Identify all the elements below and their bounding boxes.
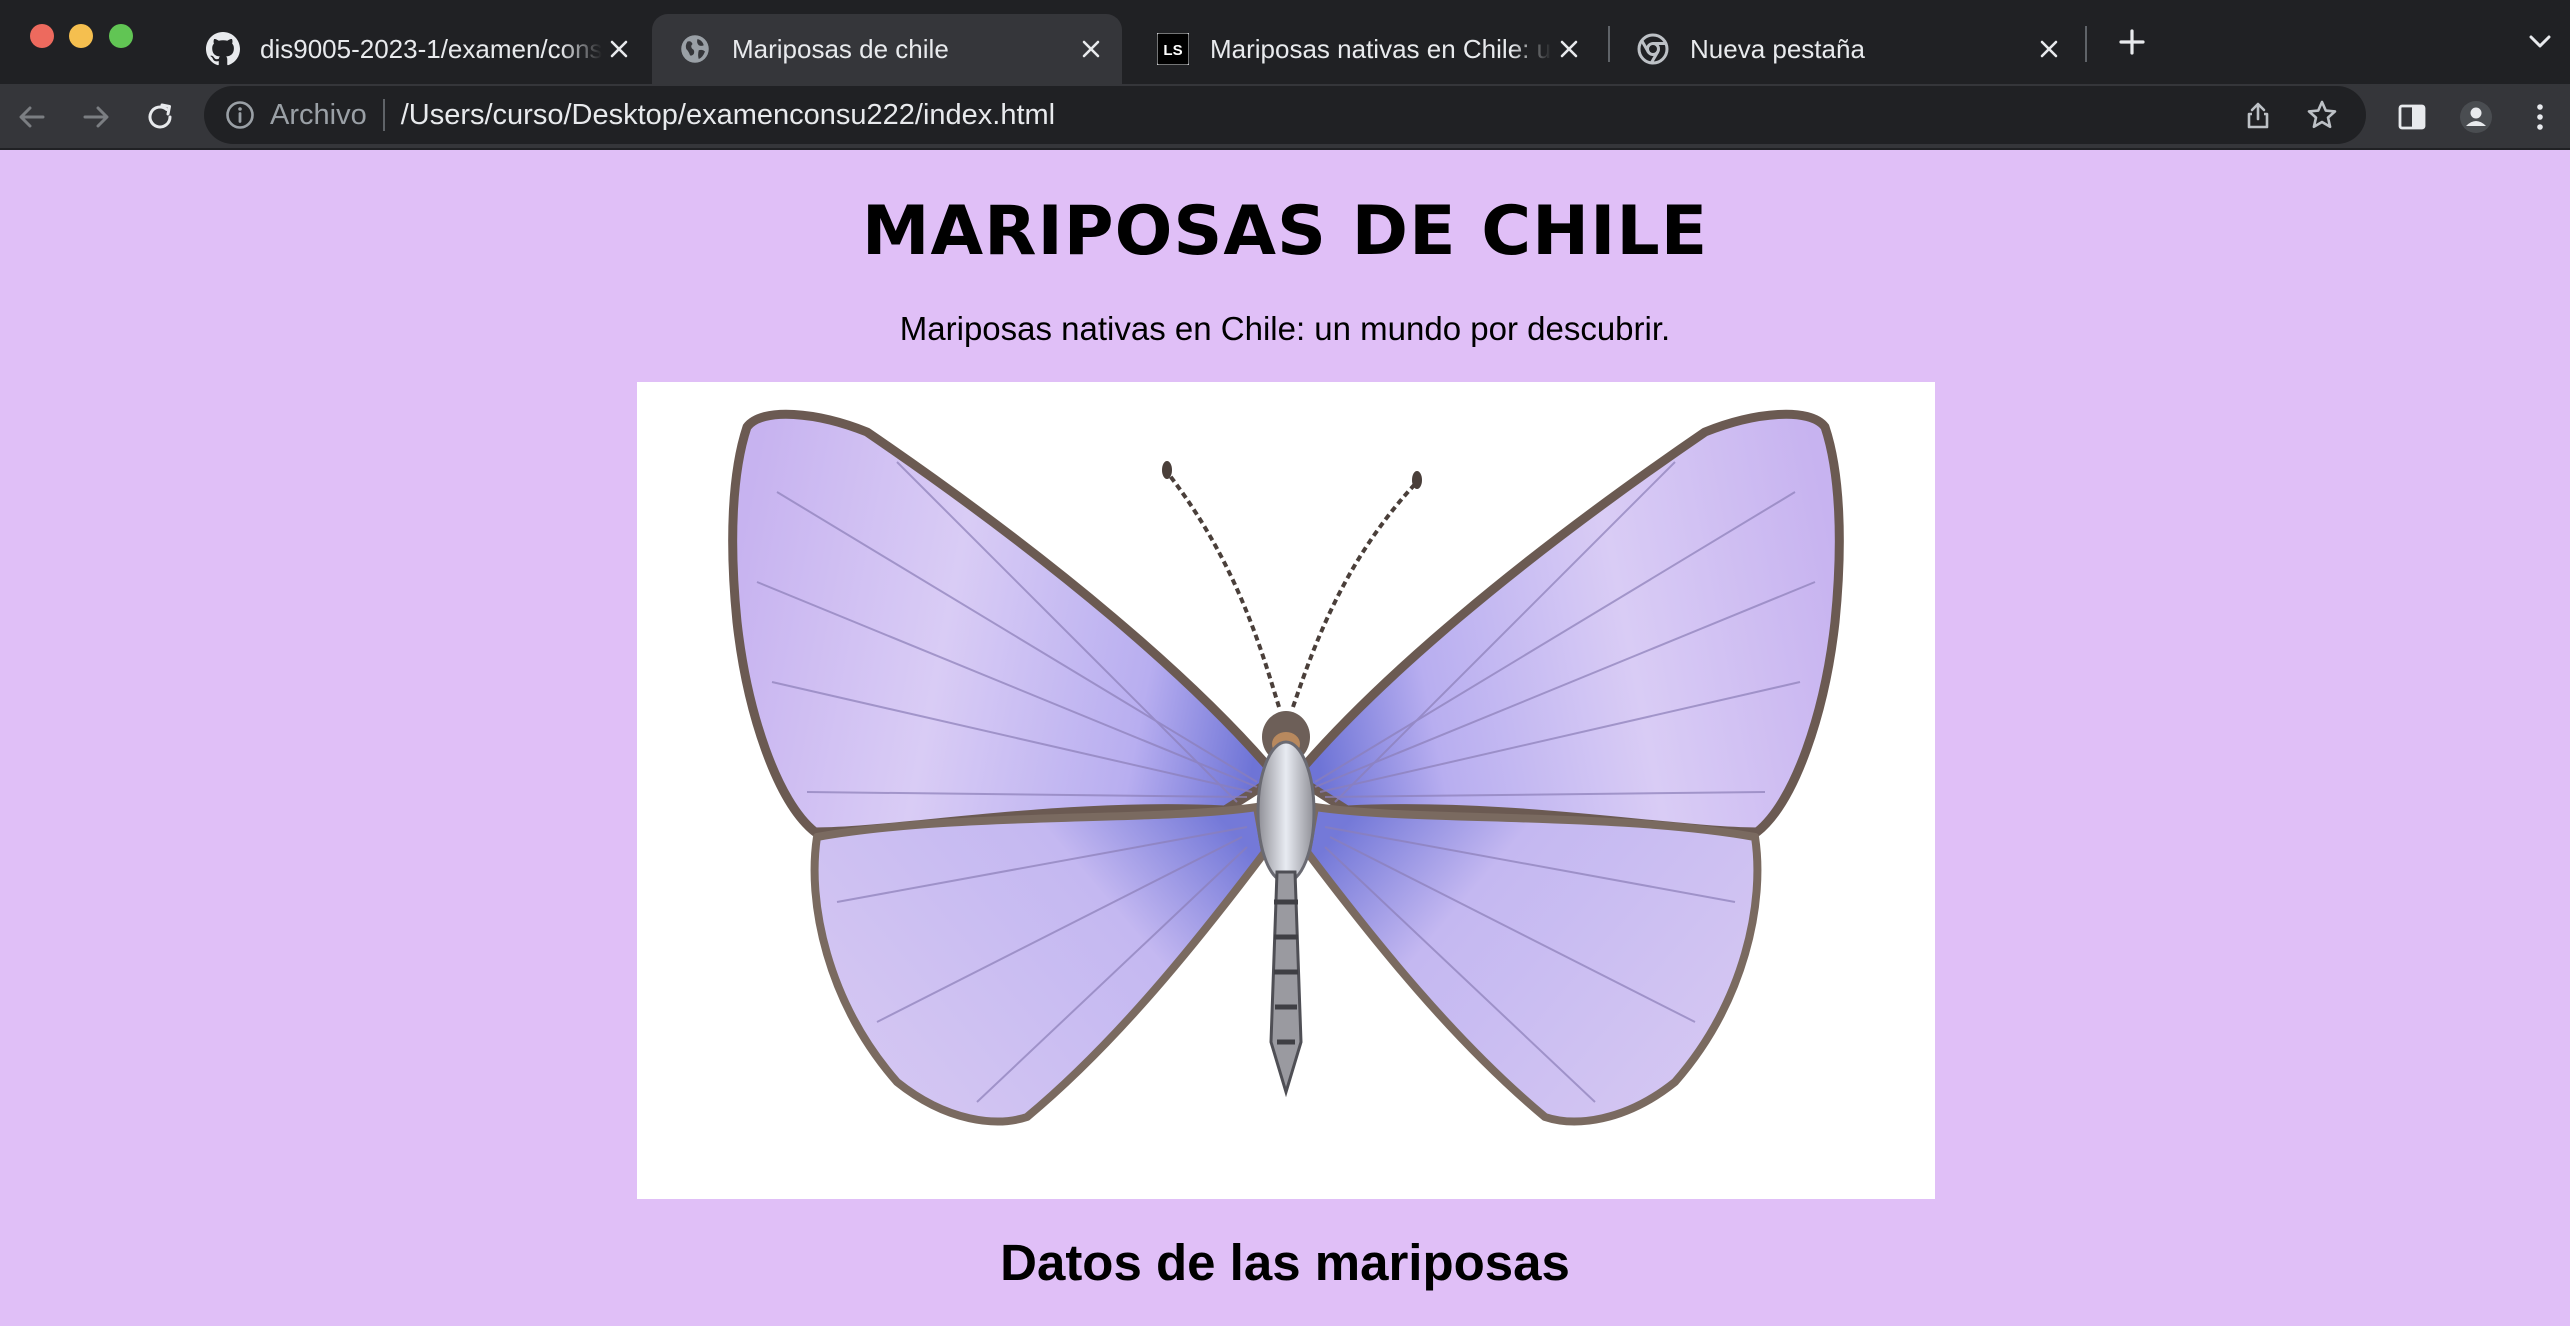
arrow-left-icon xyxy=(19,106,45,128)
tab-mariposas-de-chile[interactable]: Mariposas de chile xyxy=(652,14,1122,84)
tab-search-button[interactable] xyxy=(2520,22,2560,62)
tab-title: Mariposas nativas en Chile: un xyxy=(1210,33,1552,64)
page-subtitle: Mariposas nativas en Chile: un mundo por… xyxy=(899,310,1671,347)
close-icon[interactable] xyxy=(1074,32,1108,66)
page-viewport: MARIPOSAS DE CHILE Mariposas nativas en … xyxy=(0,150,2570,1326)
url-text[interactable]: /Users/curso/Desktop/examenconsu222/inde… xyxy=(401,99,2238,132)
chrome-icon xyxy=(1636,32,1670,66)
address-bar[interactable]: Archivo /Users/curso/Desktop/examenconsu… xyxy=(204,86,2366,144)
chevron-down-icon xyxy=(2529,35,2551,48)
svg-text:LS: LS xyxy=(1163,42,1182,59)
tab-mariposas-nativas[interactable]: LS Mariposas nativas en Chile: un xyxy=(1130,14,1600,84)
window-minimize-button[interactable] xyxy=(69,24,93,48)
kebab-menu-icon xyxy=(2537,104,2543,130)
plus-icon xyxy=(2119,29,2145,55)
browser-toolbar: Archivo /Users/curso/Desktop/examenconsu… xyxy=(0,84,2570,150)
scheme-chip: Archivo xyxy=(270,98,367,131)
close-icon[interactable] xyxy=(1552,32,1586,66)
share-icon[interactable] xyxy=(2238,95,2278,135)
globe-icon xyxy=(678,32,712,66)
tab-title: Mariposas de chile xyxy=(732,33,949,64)
reload-icon xyxy=(148,103,172,129)
page-title: MARIPOSAS DE CHILE xyxy=(861,192,1709,271)
reload-button[interactable] xyxy=(140,97,180,137)
butterfly-image xyxy=(637,382,1935,1199)
section-title: Datos de las mariposas xyxy=(1000,1234,1570,1291)
tab-title: dis9005-2023-1/examen/consu xyxy=(260,33,602,64)
tab-nueva-pestana[interactable]: Nueva pestaña xyxy=(1610,14,2080,84)
tab-separator xyxy=(2085,26,2087,62)
side-panel-icon xyxy=(2398,104,2426,130)
close-icon[interactable] xyxy=(602,32,636,66)
profile-icon xyxy=(2460,101,2492,133)
bookmark-star-icon[interactable] xyxy=(2302,95,2342,135)
info-icon[interactable] xyxy=(224,99,256,131)
side-panel-button[interactable] xyxy=(2392,97,2432,137)
menu-button[interactable] xyxy=(2520,97,2560,137)
tab-strip: dis9005-2023-1/examen/consu Mariposas de… xyxy=(0,0,2570,84)
close-icon[interactable] xyxy=(2032,32,2066,66)
tab-title: Nueva pestaña xyxy=(1690,33,1865,64)
window-close-button[interactable] xyxy=(30,24,54,48)
butterfly-illustration xyxy=(728,409,1844,1126)
address-divider xyxy=(382,99,385,131)
new-tab-button[interactable] xyxy=(2112,22,2152,62)
github-icon xyxy=(206,32,240,66)
back-button[interactable] xyxy=(12,97,52,137)
profile-button[interactable] xyxy=(2456,97,2496,137)
window-maximize-button[interactable] xyxy=(109,24,133,48)
tab-github[interactable]: dis9005-2023-1/examen/consu xyxy=(180,14,650,84)
ls-logo-icon: LS xyxy=(1156,32,1190,66)
forward-button[interactable] xyxy=(76,97,116,137)
arrow-right-icon xyxy=(83,106,109,128)
